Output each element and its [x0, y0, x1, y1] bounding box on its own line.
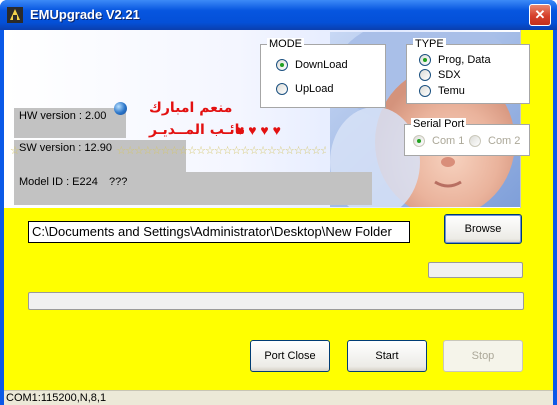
app-icon [6, 6, 24, 24]
stop-button[interactable]: Stop [443, 340, 523, 372]
mode-group: MODE DownLoad UpLoad [260, 38, 386, 108]
type-sdx-label: SDX [438, 69, 461, 81]
mode-upload-radio[interactable]: UpLoad [276, 83, 334, 95]
sw-version: SW version : 12.90 [19, 142, 116, 154]
type-temu-radio[interactable]: Temu [419, 85, 465, 97]
port-close-button[interactable]: Port Close [250, 340, 330, 372]
secondary-progress-bar [428, 262, 523, 278]
radio-button-icon[interactable] [419, 69, 431, 81]
serial-com2-radio[interactable]: Com 2 [469, 135, 520, 147]
type-temu-label: Temu [438, 85, 465, 97]
mode-download-label: DownLoad [295, 59, 348, 71]
window-frame-right [553, 30, 557, 405]
serial-port-legend: Serial Port [411, 118, 467, 130]
arabic-title-line: نائـب المــديـر [149, 122, 246, 138]
type-prog-data-radio[interactable]: Prog, Data [419, 54, 491, 66]
window-title: EMUpgrade V2.21 [30, 7, 140, 22]
model-id: Model ID : E224 [19, 176, 98, 188]
title-bar[interactable]: EMUpgrade V2.21 ✕ [0, 0, 557, 30]
status-bar: COM1:115200,N,8,1 [4, 390, 553, 405]
client-area: HW version : 2.00 منعم امبارك ♥ ♥ ♥ ♥ نا… [4, 30, 553, 390]
radio-button-icon[interactable] [419, 85, 431, 97]
close-icon[interactable]: ✕ [529, 4, 551, 26]
mode-download-radio[interactable]: DownLoad [276, 59, 348, 71]
radio-button-icon[interactable] [469, 135, 481, 147]
arabic-name-line: منعم امبارك [149, 100, 233, 116]
serial-com2-label: Com 2 [488, 135, 521, 147]
type-group: TYPE Prog, Data SDX Temu [406, 38, 530, 104]
main-progress-bar [28, 292, 524, 310]
type-prog-data-label: Prog, Data [438, 54, 491, 66]
radio-button-icon[interactable] [419, 54, 431, 66]
hw-version: HW version : 2.00 [19, 110, 107, 122]
globe-icon [114, 102, 127, 115]
mode-upload-label: UpLoad [295, 83, 334, 95]
radio-button-icon[interactable] [276, 59, 288, 71]
radio-button-icon[interactable] [276, 83, 288, 95]
radio-button-icon[interactable] [413, 135, 425, 147]
type-legend: TYPE [413, 38, 446, 50]
mode-legend: MODE [267, 38, 304, 50]
start-button[interactable]: Start [347, 340, 427, 372]
model-unknown: ??? [109, 176, 128, 188]
browse-button[interactable]: Browse [444, 214, 522, 244]
serial-com1-label: Com 1 [432, 135, 465, 147]
serial-com1-radio[interactable]: Com 1 [413, 135, 464, 147]
type-sdx-radio[interactable]: SDX [419, 69, 461, 81]
folder-path-field[interactable]: C:\Documents and Settings\Administrator\… [28, 221, 410, 243]
serial-port-group: Serial Port Com 1 Com 2 [404, 118, 530, 156]
